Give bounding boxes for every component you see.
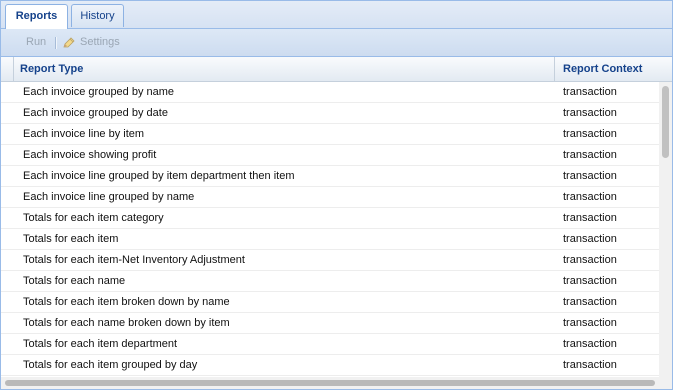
table-row[interactable]: Totals for each name broken down by item… [1,313,659,334]
toolbar: Run Settings [1,29,672,57]
report-context-cell: transaction [563,275,617,287]
table-row[interactable]: Each invoice showing profit transaction [1,145,659,166]
column-splitter[interactable] [13,57,14,81]
table-row[interactable]: Each invoice line grouped by item depart… [1,166,659,187]
horizontal-scrollbar[interactable] [1,377,672,389]
run-button[interactable]: Run [26,29,46,56]
vertical-scroll-thumb[interactable] [662,86,669,158]
vertical-scrollbar[interactable] [659,82,672,377]
report-context-cell: transaction [563,296,617,308]
table-row[interactable]: Totals for each name transaction [1,271,659,292]
report-context-cell: transaction [563,338,617,350]
column-header-report-context[interactable]: Report Context [563,57,642,81]
report-type-cell: Each invoice grouped by name [23,86,175,98]
table-row[interactable]: Each invoice grouped by name transaction [1,82,659,103]
grid-body: Each invoice grouped by name transaction E… [1,82,659,377]
table-row[interactable]: Totals for each item transaction [1,229,659,250]
report-context-cell: transaction [563,212,617,224]
report-type-cell: Each invoice grouped by date [23,107,168,119]
report-context-cell: transaction [563,317,617,329]
reports-panel: Reports History Run Settings Report Type… [0,0,673,390]
report-type-cell: Totals for each item department [23,338,178,350]
settings-button[interactable]: Settings [80,29,120,56]
tab-history[interactable]: History [71,4,124,27]
toolbar-separator [55,37,57,49]
report-type-cell: Totals for each item broken down by name [23,296,230,308]
report-type-cell: Totals for each item-Net Inventory Adjus… [23,254,245,266]
table-row[interactable]: Totals for each item grouped by day trans… [1,355,659,376]
report-type-cell: Totals for each item [23,233,119,245]
report-type-cell: Each invoice line grouped by item depart… [23,170,295,182]
report-context-cell: transaction [563,191,617,203]
report-context-cell: transaction [563,149,617,161]
tab-strip: Reports History [1,1,672,29]
report-type-cell: Each invoice line grouped by name [23,191,195,203]
report-type-cell: Totals for each name [23,275,126,287]
report-context-cell: transaction [563,107,617,119]
column-header-report-type[interactable]: Report Type [20,57,83,81]
report-type-cell: Each invoice line by item [23,128,145,140]
report-type-cell: Totals for each name broken down by item [23,317,230,329]
table-row[interactable]: Each invoice line by item transaction [1,124,659,145]
table-row[interactable]: Totals for each item category transaction [1,208,659,229]
report-context-cell: transaction [563,233,617,245]
report-context-cell: transaction [563,359,617,371]
table-row[interactable]: Totals for each item-Net Inventory Adjus… [1,250,659,271]
report-context-cell: transaction [563,128,617,140]
report-type-cell: Each invoice showing profit [23,149,157,161]
tab-reports[interactable]: Reports [5,4,68,29]
grid-header: Report Type Report Context [1,57,672,82]
report-context-cell: transaction [563,170,617,182]
report-context-cell: transaction [563,254,617,266]
report-type-cell: Totals for each item category [23,212,164,224]
column-splitter[interactable] [554,57,555,81]
table-row[interactable]: Each invoice line grouped by name transac… [1,187,659,208]
table-row[interactable]: Each invoice grouped by date transaction [1,103,659,124]
report-context-cell: transaction [563,86,617,98]
report-type-cell: Totals for each item grouped by day [23,359,198,371]
table-row[interactable]: Totals for each item broken down by name… [1,292,659,313]
horizontal-scroll-thumb[interactable] [5,380,655,386]
table-row[interactable]: Totals for each item department transacti… [1,334,659,355]
pencil-icon [63,37,75,48]
